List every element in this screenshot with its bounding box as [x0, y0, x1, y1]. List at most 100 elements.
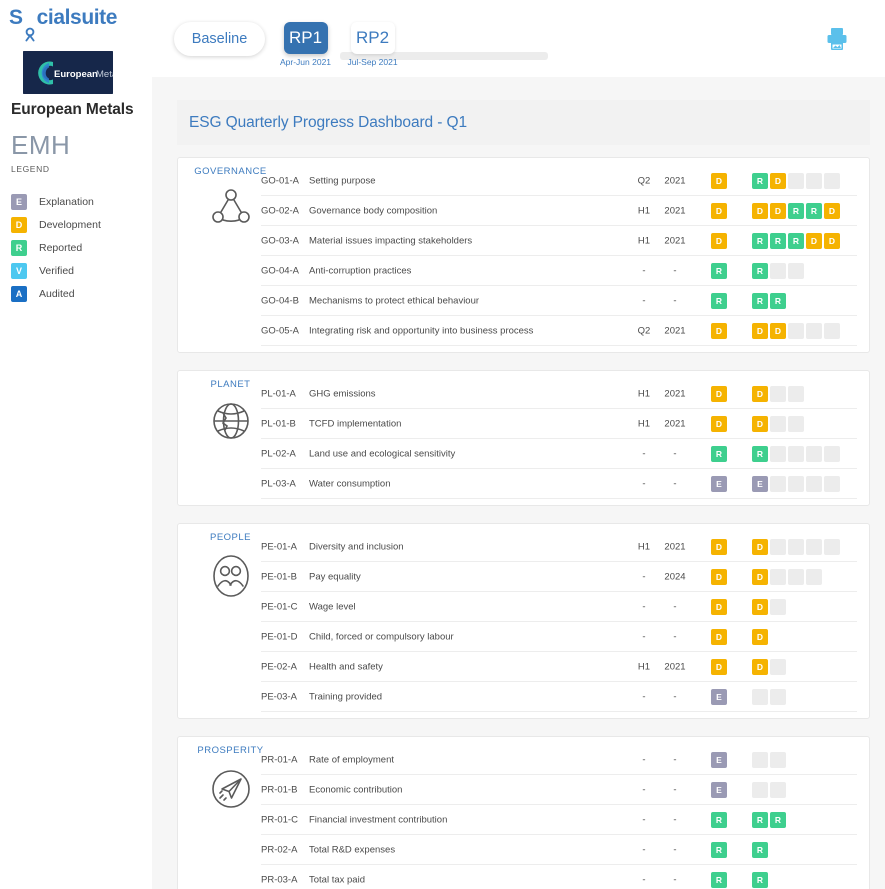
table-row[interactable]: PL-01-AGHG emissionsH12021DD: [261, 379, 857, 409]
table-row[interactable]: PR-01-BEconomic contribution--E: [261, 775, 857, 805]
maturity-cell-a1: D: [752, 659, 768, 675]
table-row[interactable]: PL-02-ALand use and ecological sensitivi…: [261, 439, 857, 469]
row-priority: H1: [633, 541, 655, 552]
tab-rp1[interactable]: RP1Apr-Jun 2021: [282, 22, 329, 67]
maturity-cell-a5: D: [824, 203, 840, 219]
rows-container: PE-01-ADiversity and inclusionH12021DDPE…: [261, 532, 857, 712]
socialsuite-logo[interactable]: Scialsuite: [9, 6, 117, 30]
maturity-cell-a1: R: [752, 842, 768, 858]
row-code: PE-01-B: [261, 571, 297, 582]
maturity-cell-a1: R: [752, 263, 768, 279]
table-row[interactable]: PE-01-ADiversity and inclusionH12021DD: [261, 532, 857, 562]
brand-text-start: S: [9, 6, 23, 29]
table-row[interactable]: GO-04-BMechanisms to protect ethical beh…: [261, 286, 857, 316]
row-code: GO-04-A: [261, 265, 299, 276]
paper-plane-icon: [207, 765, 255, 813]
maturity-cell-a2: D: [770, 203, 786, 219]
row-maturity: RRRDD: [752, 233, 842, 249]
row-maturity: [752, 752, 788, 768]
row-code: PR-01-C: [261, 814, 298, 825]
maturity-cell-a4: R: [806, 203, 822, 219]
table-row[interactable]: PR-02-ATotal R&D expenses--RR: [261, 835, 857, 865]
row-maturity: [752, 689, 788, 705]
tab-baseline[interactable]: Baseline: [174, 22, 265, 56]
row-maturity: R: [752, 263, 806, 279]
maturity-cell-a1: [752, 752, 768, 768]
maturity-cell-a4: D: [806, 233, 822, 249]
table-row[interactable]: PR-01-ARate of employment--E: [261, 745, 857, 775]
disclosure-badge: D: [711, 599, 727, 615]
table-row[interactable]: PL-01-BTCFD implementationH12021DD: [261, 409, 857, 439]
tab-rp2[interactable]: RP2Jul-Sep 2021: [349, 22, 396, 67]
maturity-cell-a2: [770, 782, 786, 798]
row-disclosure: D: [711, 569, 727, 585]
table-row[interactable]: PE-01-BPay equality-2024DD: [261, 562, 857, 592]
table-row[interactable]: GO-01-ASetting purposeQ22021DRD: [261, 166, 857, 196]
table-row[interactable]: PE-01-DChild, forced or compulsory labou…: [261, 622, 857, 652]
row-name: Rate of employment: [309, 754, 394, 765]
people-icon: [208, 552, 254, 600]
row-disclosure: E: [711, 689, 727, 705]
client-logo: European Metals: [23, 51, 113, 94]
client-ticker: EMH: [11, 130, 70, 161]
row-name: Land use and ecological sensitivity: [309, 448, 455, 459]
maturity-cell-a3: [788, 386, 804, 402]
disclosure-badge: D: [711, 539, 727, 555]
row-disclosure: D: [711, 323, 727, 339]
disclosure-badge: D: [711, 323, 727, 339]
tab-strip: Baseline RP1Apr-Jun 2021 RP2Jul-Sep 2021: [174, 22, 396, 67]
print-button[interactable]: [820, 22, 854, 56]
row-priority: -: [633, 265, 655, 276]
maturity-cell-a1: [752, 689, 768, 705]
row-maturity: D: [752, 599, 788, 615]
maturity-cell-a2: [770, 476, 786, 492]
maturity-cell-a1: R: [752, 293, 768, 309]
row-code: PR-01-B: [261, 784, 297, 795]
table-row[interactable]: GO-05-AIntegrating risk and opportunity …: [261, 316, 857, 346]
legend-label: Explanation: [39, 196, 94, 208]
row-timeframe: -: [661, 478, 689, 489]
maturity-cell-a2: [770, 752, 786, 768]
row-timeframe: -: [661, 874, 689, 885]
paper-plane-icon: [193, 765, 268, 813]
table-row[interactable]: PE-01-CWage level--DD: [261, 592, 857, 622]
maturity-cell-a1: [752, 782, 768, 798]
table-row[interactable]: PR-01-CFinancial investment contribution…: [261, 805, 857, 835]
table-row[interactable]: PE-02-AHealth and safetyH12021DD: [261, 652, 857, 682]
row-disclosure: R: [711, 812, 727, 828]
row-name: Economic contribution: [309, 784, 402, 795]
table-row[interactable]: PL-03-AWater consumption--EE: [261, 469, 857, 499]
row-timeframe: -: [661, 448, 689, 459]
tab-label-rp1: RP1: [284, 22, 328, 54]
maturity-cell-a4: [806, 476, 822, 492]
row-code: GO-05-A: [261, 325, 299, 336]
table-row[interactable]: PE-03-ATraining provided--E: [261, 682, 857, 712]
app-root: Scialsuite European Metals European Meta…: [0, 0, 885, 889]
disclosure-badge: D: [711, 629, 727, 645]
table-row[interactable]: PR-03-ATotal tax paid--RR: [261, 865, 857, 889]
row-timeframe: -: [661, 265, 689, 276]
row-name: Material issues impacting stakeholders: [309, 235, 472, 246]
category-label: PROSPERITY: [193, 745, 268, 756]
row-priority: -: [633, 478, 655, 489]
row-priority: -: [633, 814, 655, 825]
legend-title: LEGEND: [11, 164, 50, 174]
table-row[interactable]: GO-03-AMaterial issues impacting stakeho…: [261, 226, 857, 256]
row-code: PE-03-A: [261, 691, 297, 702]
table-row[interactable]: GO-04-AAnti-corruption practices--RR: [261, 256, 857, 286]
table-row[interactable]: GO-02-AGovernance body compositionH12021…: [261, 196, 857, 226]
row-timeframe: 2021: [661, 205, 689, 216]
row-name: Wage level: [309, 601, 356, 612]
printer-icon: [826, 27, 848, 51]
disclosure-badge: D: [711, 173, 727, 189]
row-maturity: RR: [752, 293, 788, 309]
row-name: Total R&D expenses: [309, 844, 395, 855]
row-disclosure: R: [711, 263, 727, 279]
row-disclosure: E: [711, 782, 727, 798]
row-priority: -: [633, 691, 655, 702]
maturity-cell-a1: R: [752, 173, 768, 189]
maturity-cell-a5: D: [824, 233, 840, 249]
row-priority: H1: [633, 205, 655, 216]
row-maturity: R: [752, 872, 770, 888]
category-governance: GOVERNANCE: [193, 166, 268, 230]
